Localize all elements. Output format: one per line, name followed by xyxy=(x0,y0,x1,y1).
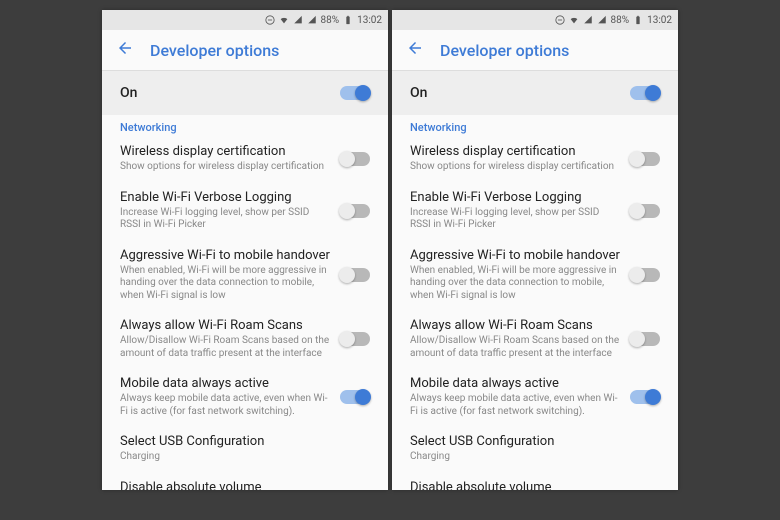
roam-scans-label: Always allow Wi-Fi Roam Scans xyxy=(120,318,330,333)
wireless-display-sub: Show options for wireless display certif… xyxy=(410,161,620,174)
app-bar: Developer options xyxy=(392,30,678,71)
mobile-data-active-sub: Always keep mobile data active, even whe… xyxy=(120,393,330,418)
back-icon[interactable] xyxy=(406,39,424,61)
section-networking: Networking xyxy=(392,115,678,136)
wifi-icon xyxy=(279,15,289,25)
disable-absolute-volume-label: Disable absolute volume xyxy=(410,480,620,491)
wireless-display-toggle[interactable] xyxy=(340,152,370,166)
aggressive-handover-toggle[interactable] xyxy=(340,268,370,282)
row-wireless-display[interactable]: Wireless display certification Show optio… xyxy=(102,136,388,182)
mobile-data-active-sub: Always keep mobile data active, even whe… xyxy=(410,393,620,418)
battery-icon xyxy=(633,15,643,25)
verbose-logging-sub: Increase Wi-Fi logging level, show per S… xyxy=(120,207,330,232)
row-roam-scans[interactable]: Always allow Wi-Fi Roam Scans Allow/Disal… xyxy=(392,310,678,368)
row-aggressive-handover[interactable]: Aggressive Wi-Fi to mobile handover When … xyxy=(102,240,388,311)
row-mobile-data-active[interactable]: Mobile data always active Always keep mob… xyxy=(392,368,678,426)
row-verbose-logging[interactable]: Enable Wi-Fi Verbose Logging Increase Wi-… xyxy=(102,182,388,240)
roam-scans-label: Always allow Wi-Fi Roam Scans xyxy=(410,318,620,333)
page-title: Developer options xyxy=(440,41,569,60)
usb-config-label: Select USB Configuration xyxy=(120,434,360,449)
mobile-data-active-toggle[interactable] xyxy=(630,390,660,404)
master-switch-row[interactable]: On xyxy=(392,71,678,115)
row-disable-absolute-volume[interactable]: Disable absolute volumeDisables the Blue… xyxy=(102,472,388,491)
roam-scans-toggle[interactable] xyxy=(340,332,370,346)
aggressive-handover-label: Aggressive Wi-Fi to mobile handover xyxy=(120,248,330,263)
mobile-data-active-toggle[interactable] xyxy=(340,390,370,404)
verbose-logging-toggle[interactable] xyxy=(340,204,370,218)
master-switch-label: On xyxy=(120,85,137,101)
wireless-display-label: Wireless display certification xyxy=(120,144,330,159)
signal-icon xyxy=(583,15,593,25)
phone-right: 88% 13:02 Developer options On Networkin… xyxy=(392,10,678,490)
row-disable-absolute-volume[interactable]: Disable absolute volumeDisables the Blue… xyxy=(392,472,678,491)
verbose-logging-sub: Increase Wi-Fi logging level, show per S… xyxy=(410,207,620,232)
wireless-display-toggle[interactable] xyxy=(630,152,660,166)
roam-scans-toggle[interactable] xyxy=(630,332,660,346)
usb-config-label: Select USB Configuration xyxy=(410,434,650,449)
usb-config-sub: Charging xyxy=(410,451,650,464)
dnd-icon xyxy=(265,15,275,25)
verbose-logging-label: Enable Wi-Fi Verbose Logging xyxy=(120,190,330,205)
back-icon[interactable] xyxy=(116,39,134,61)
status-bar: 88% 13:02 xyxy=(102,10,388,30)
signal2-icon xyxy=(597,15,607,25)
row-usb-config[interactable]: Select USB Configuration Charging xyxy=(392,426,678,472)
master-switch-row[interactable]: On xyxy=(102,71,388,115)
aggressive-handover-toggle[interactable] xyxy=(630,268,660,282)
master-switch-label: On xyxy=(410,85,427,101)
settings-list: On Networking Wireless display certifica… xyxy=(392,71,678,490)
dnd-icon xyxy=(555,15,565,25)
status-bar: 88% 13:02 xyxy=(392,10,678,30)
battery-icon xyxy=(343,15,353,25)
verbose-logging-toggle[interactable] xyxy=(630,204,660,218)
signal2-icon xyxy=(307,15,317,25)
wireless-display-label: Wireless display certification xyxy=(410,144,620,159)
wifi-icon xyxy=(569,15,579,25)
phone-left: 88% 13:02 Developer options On Networkin… xyxy=(102,10,388,490)
signal-icon xyxy=(293,15,303,25)
page-title: Developer options xyxy=(150,41,279,60)
verbose-logging-label: Enable Wi-Fi Verbose Logging xyxy=(410,190,620,205)
mobile-data-active-label: Mobile data always active xyxy=(410,376,620,391)
battery-percent: 88% xyxy=(321,15,340,26)
section-networking: Networking xyxy=(102,115,388,136)
clock: 13:02 xyxy=(357,15,382,26)
row-aggressive-handover[interactable]: Aggressive Wi-Fi to mobile handover When … xyxy=(392,240,678,311)
row-roam-scans[interactable]: Always allow Wi-Fi Roam Scans Allow/Disal… xyxy=(102,310,388,368)
settings-list: On Networking Wireless display certifica… xyxy=(102,71,388,490)
app-bar: Developer options xyxy=(102,30,388,71)
clock: 13:02 xyxy=(647,15,672,26)
row-mobile-data-active[interactable]: Mobile data always active Always keep mob… xyxy=(102,368,388,426)
aggressive-handover-label: Aggressive Wi-Fi to mobile handover xyxy=(410,248,620,263)
roam-scans-sub: Allow/Disallow Wi-Fi Roam Scans based on… xyxy=(410,335,620,360)
aggressive-handover-sub: When enabled, Wi-Fi will be more aggress… xyxy=(120,265,330,303)
row-wireless-display[interactable]: Wireless display certification Show optio… xyxy=(392,136,678,182)
disable-absolute-volume-label: Disable absolute volume xyxy=(120,480,330,491)
master-switch-toggle[interactable] xyxy=(630,86,660,100)
master-switch-toggle[interactable] xyxy=(340,86,370,100)
aggressive-handover-sub: When enabled, Wi-Fi will be more aggress… xyxy=(410,265,620,303)
battery-percent: 88% xyxy=(611,15,630,26)
row-verbose-logging[interactable]: Enable Wi-Fi Verbose Logging Increase Wi-… xyxy=(392,182,678,240)
mobile-data-active-label: Mobile data always active xyxy=(120,376,330,391)
roam-scans-sub: Allow/Disallow Wi-Fi Roam Scans based on… xyxy=(120,335,330,360)
usb-config-sub: Charging xyxy=(120,451,360,464)
wireless-display-sub: Show options for wireless display certif… xyxy=(120,161,330,174)
row-usb-config[interactable]: Select USB Configuration Charging xyxy=(102,426,388,472)
